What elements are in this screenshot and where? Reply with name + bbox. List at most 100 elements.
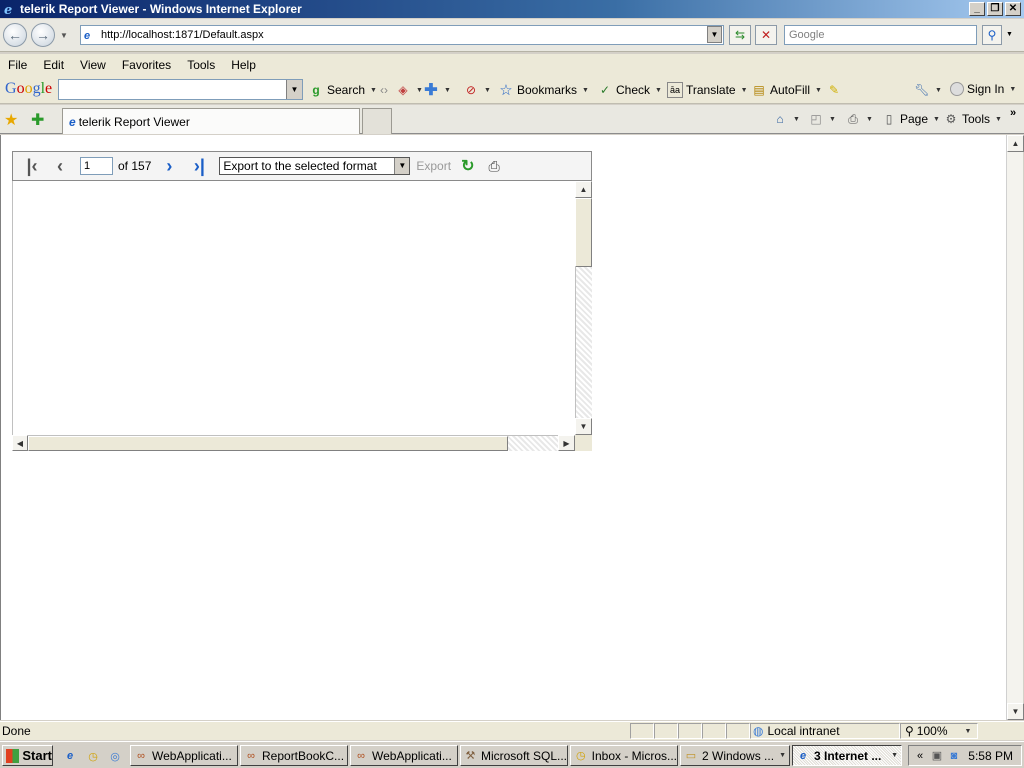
tools-menu-button[interactable]: ⚙ Tools ▼: [943, 111, 1002, 127]
address-toolbar: ← → ▼ e http://localhost:1871/Default.as…: [0, 19, 1024, 52]
address-dropdown-icon[interactable]: ▼: [707, 26, 722, 43]
export-format-select[interactable]: Export to the selected format ▼: [219, 157, 411, 175]
page-vertical-scrollbar[interactable]: ▲ ▼: [1006, 135, 1024, 720]
bookmarks-label: Bookmarks: [517, 83, 578, 97]
search-icon: ⚲: [987, 28, 997, 42]
home-button[interactable]: ⌂ ▼: [772, 111, 800, 127]
menu-tools[interactable]: Tools: [179, 54, 223, 76]
google-logo[interactable]: Google: [5, 80, 52, 98]
export-button[interactable]: Export: [416, 159, 451, 173]
zone-label: Local intranet: [767, 724, 840, 738]
google-search-button[interactable]: g Search ▼: [308, 82, 377, 98]
stop-icon: ✕: [760, 28, 772, 42]
vs-icon: ∞: [137, 749, 145, 762]
google-search-dropdown-icon[interactable]: ▼: [286, 80, 302, 99]
taskbar-button-active[interactable]: e3 Internet ... ▼: [792, 745, 902, 766]
back-button[interactable]: ←: [3, 23, 27, 47]
menu-file[interactable]: File: [0, 54, 35, 76]
last-page-icon[interactable]: ›|: [187, 156, 211, 177]
google-search-input[interactable]: [58, 79, 303, 100]
taskbar-button[interactable]: ∞ WebApplicati...: [130, 745, 238, 766]
report-vertical-thumb[interactable]: [575, 198, 592, 267]
export-format-value: Export to the selected format: [223, 159, 377, 173]
start-button[interactable]: Start: [2, 745, 53, 766]
search-go-button[interactable]: ⚲: [982, 25, 1002, 45]
google-toolbar: Google ▼ g Search ▼ ‹› ◈ ▼ ✚ ▼ ⊘ ▼ ☆ Bookmark…: [0, 76, 1024, 104]
popup-blocker-button[interactable]: ‹› ◈ ▼: [376, 82, 423, 98]
minimize-button[interactable]: _: [969, 2, 985, 16]
report-viewer-toolbar: |‹ ‹ 1 of 157 › ›| Export to the selecte…: [12, 151, 592, 181]
tab-telerik-report-viewer[interactable]: e telerik Report Viewer: [62, 108, 360, 134]
settings-button[interactable]: 🔧︎ ▼: [914, 82, 942, 98]
page-number-input[interactable]: 1: [80, 157, 113, 175]
first-page-icon[interactable]: |‹: [20, 156, 44, 177]
taskbar-button[interactable]: ▭ 2 Windows ... ▼: [680, 745, 790, 766]
quicklaunch-app-icon[interactable]: ◎: [108, 749, 122, 763]
quicklaunch-ie-icon[interactable]: e: [63, 749, 77, 763]
page-menu-button[interactable]: ▯ Page ▼: [881, 111, 940, 127]
popup-icon: ‹›: [380, 83, 388, 97]
chevron-more-icon[interactable]: »: [1010, 107, 1016, 119]
zoom-control[interactable]: ⚲ 100% ▼: [900, 723, 978, 739]
autofill-button[interactable]: ▤ AutoFill ▼: [751, 82, 822, 98]
add-favorite-icon[interactable]: ✚: [31, 110, 44, 130]
print-report-icon[interactable]: ⎙: [488, 158, 499, 175]
forward-arrow-icon: →: [36, 27, 50, 43]
tray-expand-icon[interactable]: «: [913, 749, 927, 763]
sign-in-button[interactable]: Sign In ▼: [950, 82, 1016, 96]
feeds-button[interactable]: ◰ ▼: [808, 111, 836, 127]
status-bar: Done ◍ Local intranet ⚲ 100% ▼: [0, 721, 1024, 740]
maximize-button[interactable]: ❐: [987, 2, 1003, 16]
taskbar-button[interactable]: ∞ WebApplicati...: [350, 745, 458, 766]
eraser-icon: ◈: [398, 83, 408, 97]
add-button[interactable]: ✚ ▼: [423, 82, 451, 99]
tray-app-icon[interactable]: ◙: [947, 749, 961, 763]
print-button[interactable]: ⎙ ▼: [845, 111, 873, 127]
menu-help[interactable]: Help: [223, 54, 264, 76]
search-options-icon[interactable]: ▼: [1006, 31, 1013, 38]
wrench-icon: 🔧︎: [914, 83, 930, 97]
ie-taskbar-icon: e: [799, 749, 807, 762]
popup-blocked-button[interactable]: ⊘ ▼: [463, 82, 491, 98]
taskbar-button[interactable]: ◷ Inbox - Micros...: [570, 745, 678, 766]
plus-icon: ✚: [424, 82, 438, 99]
autofill-label: AutoFill: [770, 83, 811, 97]
report-horizontal-thumb[interactable]: [28, 436, 508, 451]
next-page-icon[interactable]: ›: [157, 156, 181, 177]
web-search-input[interactable]: Google: [784, 25, 977, 45]
taskbar-button[interactable]: ∞ ReportBookC...: [240, 745, 348, 766]
menu-view[interactable]: View: [72, 54, 114, 76]
report-scroll-up-icon[interactable]: ▲: [575, 181, 592, 198]
highlighter-button[interactable]: ✎: [826, 82, 842, 98]
quicklaunch-outlook-icon[interactable]: ◷: [86, 749, 100, 763]
close-window-button[interactable]: ✕: [1005, 2, 1021, 16]
tray-network-icon[interactable]: ▣: [930, 749, 944, 763]
sign-in-icon: [950, 82, 964, 96]
stop-button[interactable]: ✕: [755, 25, 777, 45]
printer-icon: ⎙: [848, 111, 858, 126]
translate-button[interactable]: āa Translate ▼: [667, 82, 748, 98]
history-dropdown-icon[interactable]: ▼: [60, 31, 68, 40]
back-arrow-icon: ←: [8, 27, 22, 43]
menu-favorites[interactable]: Favorites: [114, 54, 179, 76]
refresh-button[interactable]: ⇆: [729, 25, 751, 45]
scroll-up-arrow-icon[interactable]: ▲: [1007, 135, 1024, 152]
blocked-icon: ⊘: [465, 83, 477, 97]
report-scroll-down-icon[interactable]: ▼: [575, 418, 592, 435]
previous-page-icon[interactable]: ‹: [48, 156, 72, 177]
address-field[interactable]: e http://localhost:1871/Default.aspx: [80, 25, 724, 45]
scroll-down-arrow-icon[interactable]: ▼: [1007, 703, 1024, 720]
favorites-star-icon[interactable]: ★: [4, 110, 18, 130]
refresh-report-icon[interactable]: ↻: [461, 156, 474, 176]
taskbar-button[interactable]: ⚒ Microsoft SQL...: [460, 745, 568, 766]
forward-button[interactable]: →: [31, 23, 55, 47]
new-tab-button[interactable]: [362, 108, 392, 134]
clock[interactable]: 5:58 PM: [968, 749, 1013, 763]
status-cell: [654, 723, 678, 739]
report-scroll-right-icon[interactable]: ▶: [558, 435, 575, 451]
bookmarks-button[interactable]: ☆ Bookmarks ▼: [498, 82, 589, 99]
report-scroll-left-icon[interactable]: ◀: [12, 435, 28, 451]
spell-check-button[interactable]: ✓ Check ▼: [597, 82, 662, 98]
menu-edit[interactable]: Edit: [35, 54, 72, 76]
security-zone[interactable]: ◍ Local intranet: [750, 723, 900, 739]
